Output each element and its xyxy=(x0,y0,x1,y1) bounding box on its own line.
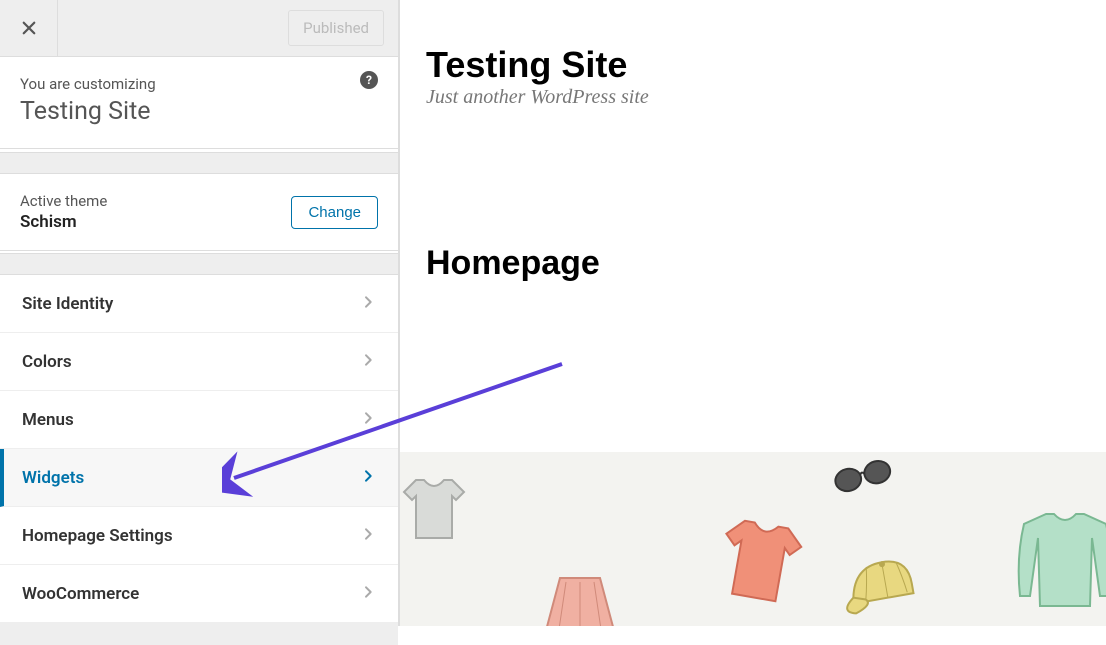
customizing-label: You are customizing xyxy=(20,75,378,93)
menu-item-label: WooCommerce xyxy=(22,584,139,604)
help-icon[interactable]: ? xyxy=(360,71,378,89)
publish-status[interactable]: Published xyxy=(288,10,384,46)
chevron-right-icon xyxy=(360,584,376,604)
menu-item-woocommerce[interactable]: WooCommerce xyxy=(0,565,398,623)
customizing-site-name: Testing Site xyxy=(20,97,378,126)
menu-item-label: Menus xyxy=(22,410,74,430)
divider xyxy=(0,623,398,645)
active-theme-label: Active theme xyxy=(20,192,107,210)
customizer-topbar: Published xyxy=(0,0,398,57)
customizer-menu: Site Identity Colors Menus Widgets Homep… xyxy=(0,275,398,645)
preview-banner xyxy=(400,452,1106,626)
menu-item-menus[interactable]: Menus xyxy=(0,391,398,449)
preview-page-title: Homepage xyxy=(426,244,600,283)
active-theme-info: Active theme Schism xyxy=(20,192,107,232)
change-theme-button[interactable]: Change xyxy=(291,196,378,229)
menu-item-widgets[interactable]: Widgets xyxy=(0,449,398,507)
close-icon xyxy=(20,19,38,37)
chevron-right-icon xyxy=(360,410,376,430)
banner-shirt-coral-icon xyxy=(702,504,818,620)
preview-tagline: Just another WordPress site xyxy=(426,86,649,109)
menu-item-site-identity[interactable]: Site Identity xyxy=(0,275,398,333)
banner-skirt-icon xyxy=(530,570,630,626)
customizer-header: ? You are customizing Testing Site xyxy=(0,57,398,149)
chevron-right-icon xyxy=(360,352,376,372)
menu-item-colors[interactable]: Colors xyxy=(0,333,398,391)
menu-item-label: Site Identity xyxy=(22,294,113,314)
banner-sunglasses-icon xyxy=(829,452,897,503)
banner-cap-icon xyxy=(835,545,936,626)
banner-shirt-green-icon xyxy=(1010,502,1106,622)
divider xyxy=(0,253,398,275)
chevron-right-icon xyxy=(360,294,376,314)
chevron-right-icon xyxy=(360,526,376,546)
banner-shirt-gray-icon xyxy=(400,470,474,550)
active-theme-panel: Active theme Schism Change xyxy=(0,174,398,251)
menu-item-label: Widgets xyxy=(22,468,84,488)
close-button[interactable] xyxy=(0,0,58,57)
menu-item-label: Homepage Settings xyxy=(22,526,173,546)
chevron-right-icon xyxy=(360,468,376,488)
divider xyxy=(0,152,398,174)
menu-item-label: Colors xyxy=(22,352,72,372)
preview-site-title: Testing Site xyxy=(426,44,627,86)
menu-item-homepage-settings[interactable]: Homepage Settings xyxy=(0,507,398,565)
site-preview: Testing Site Just another WordPress site… xyxy=(400,0,1106,626)
active-theme-name: Schism xyxy=(20,212,107,232)
